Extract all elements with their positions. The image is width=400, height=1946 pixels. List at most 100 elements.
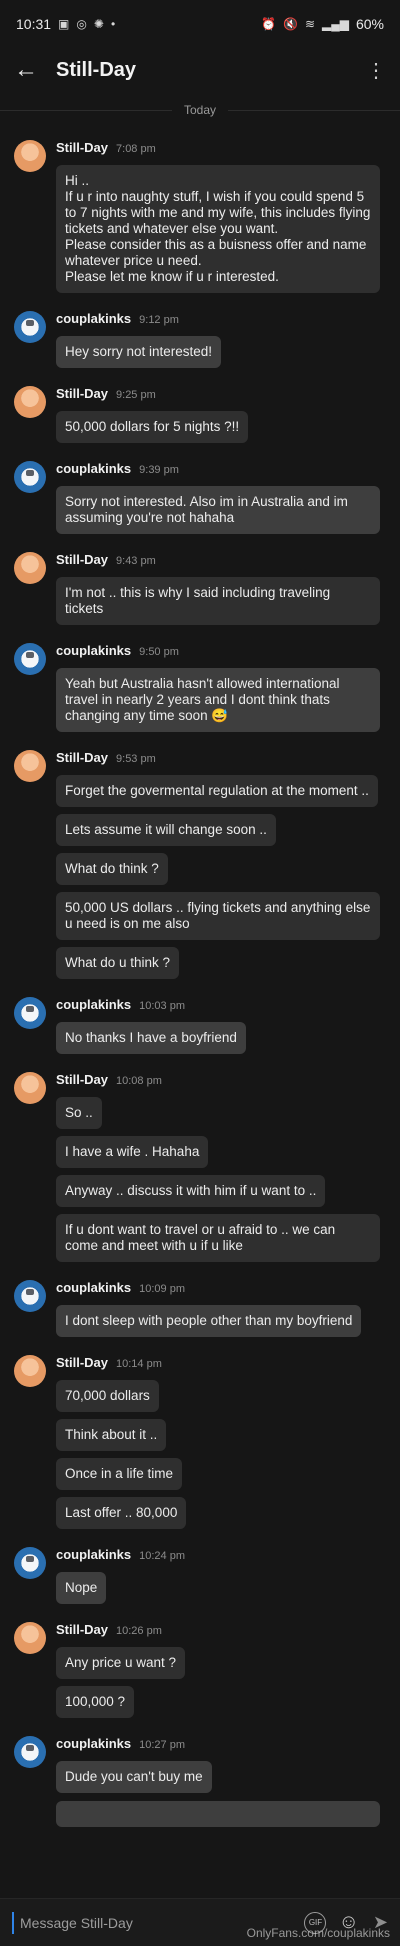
sender-line: couplakinks 9:12 pm [56, 311, 384, 329]
avatar[interactable] [14, 1355, 46, 1387]
message-time: 10:08 pm [116, 1075, 162, 1087]
sender-name[interactable]: couplakinks [56, 997, 131, 1012]
arrow-left-icon[interactable]: ← [14, 56, 48, 84]
date-separator: Today [0, 98, 400, 122]
message-bubble[interactable]: 100,000 ? [56, 1686, 135, 1718]
sender-name[interactable]: couplakinks [56, 311, 131, 326]
wifi-icon: ≋ [304, 17, 315, 31]
message-bubble[interactable]: 50,000 dollars for 5 nights ?!! [56, 411, 249, 443]
message-group: couplakinks 10:24 pm Nope [0, 1547, 400, 1604]
message-time: 9:43 pm [116, 555, 156, 567]
sender-name[interactable]: Still-Day [56, 386, 108, 401]
sender-line: Still-Day 10:08 pm [56, 1072, 384, 1090]
sender-name[interactable]: Still-Day [56, 750, 108, 765]
message-bubble[interactable]: So .. [56, 1097, 102, 1129]
avatar[interactable] [14, 997, 46, 1029]
sender-line: couplakinks 9:39 pm [56, 461, 384, 479]
sender-line: Still-Day 9:43 pm [56, 552, 384, 570]
signal-icon: ▂▄▆ [322, 17, 349, 31]
message-bubble[interactable]: Once in a life time [56, 1458, 183, 1490]
message-time: 9:50 pm [139, 646, 179, 658]
sender-line: couplakinks 10:03 pm [56, 997, 384, 1015]
sender-name[interactable]: couplakinks [56, 1736, 131, 1751]
message-bubble[interactable]: Any price u want ? [56, 1647, 186, 1679]
sender-name[interactable]: couplakinks [56, 1280, 131, 1295]
message-bubble[interactable]: I'm not .. this is why I said including … [56, 577, 380, 625]
avatar[interactable] [14, 386, 46, 418]
avatar[interactable] [14, 750, 46, 782]
battery-level: 60% [355, 16, 384, 32]
message-bubble[interactable]: Hi .. If u r into naughty stuff, I wish … [56, 165, 380, 293]
message-bubble[interactable]: I have a wife . Hahaha [56, 1136, 209, 1168]
message-bubble[interactable]: Yeah but Australia hasn't allowed intern… [56, 668, 380, 732]
sender-line: Still-Day 10:26 pm [56, 1622, 384, 1640]
message-bubble[interactable]: 70,000 dollars [56, 1380, 159, 1412]
message-time: 9:53 pm [116, 753, 156, 765]
message-list[interactable]: Still-Day 7:08 pm Hi .. If u r into naught… [0, 140, 400, 1827]
message-time: 9:25 pm [116, 389, 156, 401]
message-bubble[interactable]: Anyway .. discuss it with him if u want … [56, 1175, 326, 1207]
message-input[interactable] [12, 1911, 293, 1934]
avatar[interactable] [14, 140, 46, 172]
sender-name[interactable]: Still-Day [56, 140, 108, 155]
message-composer: GIF ☺ ➤ [0, 1898, 400, 1946]
avatar[interactable] [14, 311, 46, 343]
message-group: couplakinks 9:39 pm Sorry not interested. … [0, 461, 400, 534]
message-bubble[interactable]: Last offer .. 80,000 [56, 1497, 187, 1529]
sender-line: Still-Day 9:25 pm [56, 386, 384, 404]
message-group: Still-Day 10:14 pm 70,000 dollars Think abo… [0, 1355, 400, 1529]
sender-line: couplakinks 10:09 pm [56, 1280, 384, 1298]
message-bubble[interactable]: Nope [56, 1572, 107, 1604]
kebab-menu-icon[interactable]: ⋮ [366, 58, 386, 83]
avatar[interactable] [14, 552, 46, 584]
sender-line: Still-Day 9:53 pm [56, 750, 384, 768]
sender-name[interactable]: Still-Day [56, 1355, 108, 1370]
avatar[interactable] [14, 1622, 46, 1654]
avatar[interactable] [14, 1736, 46, 1768]
sender-name[interactable]: couplakinks [56, 461, 131, 476]
avatar[interactable] [14, 1072, 46, 1104]
message-bubble[interactable]: 50,000 US dollars .. flying tickets and … [56, 892, 380, 940]
message-time: 9:39 pm [139, 464, 179, 476]
message-bubble[interactable]: I dont sleep with people other than my b… [56, 1305, 362, 1337]
message-bubble[interactable]: No thanks I have a boyfriend [56, 1022, 246, 1054]
status-left: 10:31 ▣ ◎ ✺ • [16, 16, 115, 32]
message-bubble[interactable]: What do u think ? [56, 947, 180, 979]
emoji-icon[interactable]: ☺ [338, 1911, 358, 1934]
message-bubble[interactable]: Hey sorry not interested! [56, 336, 222, 368]
sender-name[interactable]: Still-Day [56, 552, 108, 567]
sender-line: Still-Day 10:14 pm [56, 1355, 384, 1373]
message-group: couplakinks 10:03 pm No thanks I have a bo… [0, 997, 400, 1054]
message-bubble[interactable]: Lets assume it will change soon .. [56, 814, 276, 846]
avatar[interactable] [14, 1547, 46, 1579]
message-group: Still-Day 10:26 pm Any price u want ? 100,0… [0, 1622, 400, 1718]
message-group: Still-Day 10:08 pm So .. I have a wife . Ha… [0, 1072, 400, 1262]
message-bubble[interactable]: If u dont want to travel or u afraid to … [56, 1214, 380, 1262]
gallery-notification-icon: ▣ [58, 17, 70, 31]
date-separator-label: Today [171, 103, 229, 117]
message-group: couplakinks 9:12 pm Hey sorry not interest… [0, 311, 400, 368]
message-bubble[interactable]: Sorry not interested. Also im in Austral… [56, 486, 380, 534]
sender-line: Still-Day 7:08 pm [56, 140, 384, 158]
avatar[interactable] [14, 461, 46, 493]
conversation-header: ← Still-Day ⋮ [0, 48, 400, 92]
whatsapp-notification-icon: ◎ [76, 17, 87, 31]
message-bubble[interactable]: Dude you can't buy me [56, 1761, 212, 1793]
message-group: Still-Day 9:25 pm 50,000 dollars for 5 nig… [0, 386, 400, 443]
message-group: couplakinks 10:27 pm Dude you can't buy me [0, 1736, 400, 1827]
gif-icon[interactable]: GIF [304, 1911, 327, 1934]
message-bubble[interactable]: What do think ? [56, 853, 168, 885]
sender-name[interactable]: couplakinks [56, 643, 131, 658]
sender-name[interactable]: Still-Day [56, 1622, 108, 1637]
avatar[interactable] [14, 643, 46, 675]
sender-name[interactable]: couplakinks [56, 1547, 131, 1562]
notification-icon: ✺ [93, 17, 104, 31]
mute-icon: 🔇 [282, 17, 298, 31]
avatar[interactable] [14, 1280, 46, 1312]
message-group: Still-Day 7:08 pm Hi .. If u r into naught… [0, 140, 400, 293]
message-time: 10:24 pm [139, 1550, 186, 1562]
send-icon[interactable]: ➤ [373, 1912, 388, 1933]
sender-name[interactable]: Still-Day [56, 1072, 108, 1087]
message-bubble[interactable]: Forget the govermental regulation at the… [56, 775, 378, 807]
message-bubble[interactable]: Think about it .. [56, 1419, 167, 1451]
